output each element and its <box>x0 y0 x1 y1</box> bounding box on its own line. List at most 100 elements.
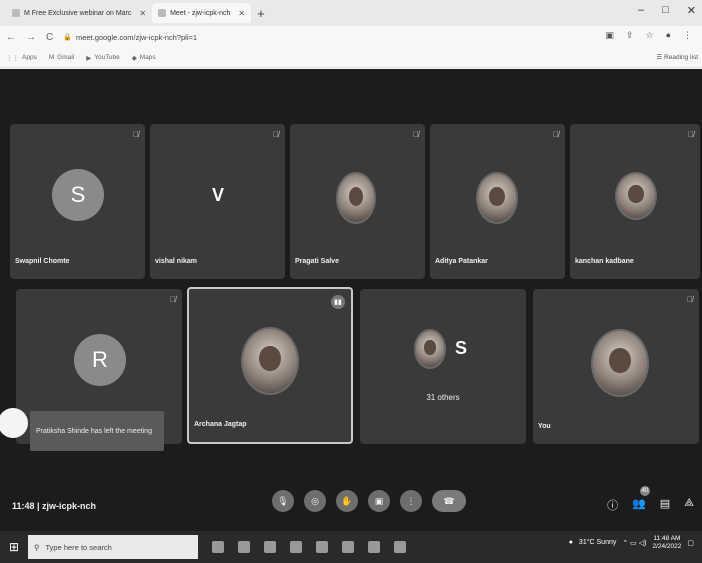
hand-icon: ✋ <box>341 495 353 506</box>
participant-name: You <box>538 423 551 430</box>
url-text: meet.google.com/zjw-icpk-nch?pli=1 <box>75 32 198 42</box>
close-window-button[interactable]: ✕ <box>687 4 696 17</box>
info-icon[interactable]: ⓘ <box>607 497 618 513</box>
clock-date: 2/24/2022 <box>652 542 682 550</box>
mic-off-icon: 🎙̸ <box>688 130 694 139</box>
participant-name: Aditya Patankar <box>435 258 488 265</box>
present-button[interactable]: ▣ <box>368 490 390 512</box>
call-controls: 🎙 ◎ ✋ ▣ ⋮ ☎ <box>272 490 466 512</box>
weather-text[interactable]: 31°C Sunny <box>579 539 616 546</box>
chat-icon[interactable]: ▤ <box>660 497 670 513</box>
minimize-button[interactable]: – <box>638 4 644 17</box>
mic-off-icon: 🎙 <box>277 495 289 506</box>
avatar: V <box>211 184 224 205</box>
participant-count-badge: 40 <box>640 486 650 496</box>
mic-toggle-button[interactable]: 🎙 <box>272 490 294 512</box>
avatar: S <box>52 169 104 221</box>
url-field[interactable]: 🔒 meet.google.com/zjw-icpk-nch?pli=1 <box>63 33 197 42</box>
share-icon[interactable]: ⇪ <box>626 30 634 41</box>
tab-meet[interactable]: Meet - zjw-icpk-nch ✕ <box>152 3 252 23</box>
task-view-icon[interactable] <box>238 541 250 553</box>
face <box>628 185 644 203</box>
new-tab-button[interactable]: + <box>257 6 265 21</box>
star-icon[interactable]: ☆ <box>645 30 653 41</box>
mic-off-icon: 🎙̸ <box>553 130 559 139</box>
maps-icon: ◆ <box>131 54 137 62</box>
cortana-icon[interactable] <box>212 541 224 553</box>
camera-toggle-button[interactable]: ◎ <box>304 490 326 512</box>
speaking-indicator-icon: ▮▮ <box>331 295 345 309</box>
participant-tile[interactable]: 🎙̸ Aditya Patankar <box>430 124 565 279</box>
avatar-photo <box>591 329 649 397</box>
end-call-button[interactable]: ☎ <box>432 490 466 512</box>
activities-icon[interactable]: ⟁ <box>684 497 694 513</box>
more-vert-icon: ⋮ <box>406 495 416 506</box>
avatar: R <box>74 334 126 386</box>
reading-list-button[interactable]: ☰ Reading list <box>656 53 698 61</box>
avatar: S <box>454 337 467 358</box>
gmail-icon: M <box>48 54 55 61</box>
store-icon[interactable] <box>290 541 302 553</box>
close-icon[interactable]: ✕ <box>139 9 146 18</box>
participant-tile[interactable]: 🎙̸ kanchan kadbane <box>570 124 700 279</box>
mic-off-icon: 🎙̸ <box>133 130 139 139</box>
bookmark-maps[interactable]: ◆ Maps <box>132 54 156 62</box>
address-bar: ← → C 🔒 meet.google.com/zjw-icpk-nch?pli… <box>0 26 702 48</box>
bookmark-apps[interactable]: ⋮⋮ Apps <box>6 54 37 62</box>
mic-off-icon: 🎙̸ <box>687 295 693 304</box>
face <box>348 186 364 206</box>
meeting-code: 11:48 | zjw-icpk-nch <box>12 501 97 511</box>
notification-toast: Pratiksha Shinde has left the meeting <box>30 411 164 451</box>
mic-off-icon: 🎙̸ <box>413 130 419 139</box>
address-bar-actions: ▣ ⇪ ☆ ● ⋮ <box>605 30 692 41</box>
others-count-label: 31 others <box>426 393 460 402</box>
more-options-button[interactable]: ⋮ <box>400 490 422 512</box>
avatar-photo <box>615 172 657 220</box>
back-icon[interactable]: ← <box>6 32 16 43</box>
people-icon[interactable]: 👥 <box>632 497 646 513</box>
reload-icon[interactable]: C <box>46 32 53 43</box>
word-icon[interactable] <box>394 541 406 553</box>
notifications-icon[interactable]: ▢ <box>687 539 694 547</box>
edge-icon[interactable] <box>264 541 276 553</box>
participant-name: Swapnil Chomte <box>15 258 70 265</box>
forward-icon[interactable]: → <box>26 32 36 43</box>
face <box>489 186 505 206</box>
close-icon[interactable]: ✕ <box>238 9 245 18</box>
phone-hangup-icon: ☎ <box>443 495 455 506</box>
self-tile[interactable]: 🎙̸ You <box>533 289 699 444</box>
tab-webinar[interactable]: M Free Exclusive webinar on Marc ✕ <box>6 3 152 23</box>
camera-off-icon: ◎ <box>311 495 319 506</box>
participant-name: kanchan kadbane <box>575 258 634 265</box>
participant-tile[interactable]: 🎙̸ Pragati Salve <box>290 124 425 279</box>
bookmark-youtube[interactable]: ▶ YouTube <box>86 54 120 62</box>
mic-off-icon: 🎙̸ <box>273 130 279 139</box>
windows-start-icon[interactable]: ⊞ <box>0 540 28 554</box>
participant-tile-speaking[interactable]: ▮▮ Archana Jagtap <box>187 287 353 444</box>
office-icon[interactable] <box>316 541 328 553</box>
window-controls: – □ ✕ <box>638 4 696 17</box>
present-icon: ▣ <box>374 495 384 506</box>
tray-icons[interactable]: ⌃ ▭ ◁) <box>622 539 646 547</box>
bookmarks-bar: ⋮⋮ Apps M Gmail ▶ YouTube ◆ Maps ☰ Reading l… <box>0 48 702 68</box>
participant-tile[interactable]: 🎙̸ S Swapnil Chomte <box>10 124 145 279</box>
menu-icon[interactable]: ⋮ <box>683 30 692 41</box>
participant-name: Pragati Salve <box>295 258 339 265</box>
bookmark-gmail[interactable]: M Gmail <box>49 54 74 61</box>
tab-label: Meet - zjw-icpk-nch <box>170 9 231 17</box>
mail-icon[interactable] <box>342 541 354 553</box>
face <box>259 345 281 372</box>
mic-off-icon: 🎙̸ <box>170 295 176 304</box>
camera-permission-icon[interactable]: ▣ <box>605 30 614 41</box>
avatar-photo <box>414 329 446 369</box>
taskbar-search[interactable]: ⚲ Type here to search <box>28 535 198 559</box>
side-panel-controls: ⓘ 👥 ▤ ⟁ <box>607 497 694 513</box>
others-tile[interactable]: S 31 others <box>360 289 526 444</box>
maximize-button[interactable]: □ <box>662 4 669 17</box>
clock[interactable]: 11:48 AM 2/24/2022 <box>652 535 681 551</box>
chrome-icon[interactable] <box>368 541 380 553</box>
participant-tile[interactable]: 🎙̸ V vishal nikam <box>150 124 285 279</box>
raise-hand-button[interactable]: ✋ <box>336 490 358 512</box>
avatar-photo <box>241 327 299 395</box>
profile-icon[interactable]: ● <box>666 30 671 41</box>
